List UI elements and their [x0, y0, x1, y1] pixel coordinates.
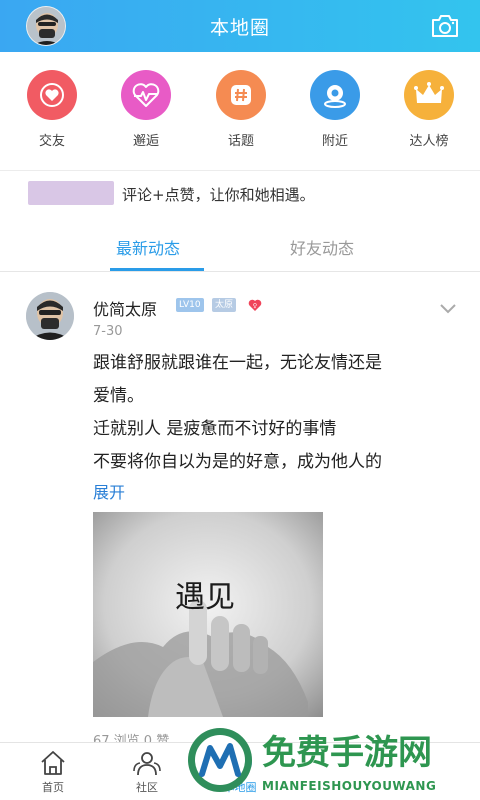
top-header: 本地圈 — [0, 0, 480, 52]
author-avatar[interactable] — [26, 292, 74, 340]
community-icon — [131, 749, 163, 777]
menu-label: 达人榜 — [409, 134, 449, 149]
menu-item-friends[interactable]: 交友 — [12, 70, 92, 149]
tip-text: 评论+点赞，让你和她相遇。 — [122, 186, 315, 204]
local-circle-icon — [224, 749, 256, 777]
svg-text:♀: ♀ — [253, 303, 257, 310]
post-image[interactable]: 遇见 — [93, 512, 323, 717]
menu-label: 交友 — [38, 134, 65, 149]
menu-item-topics[interactable]: 话题 — [201, 70, 281, 149]
post-text-line: 跟谁舒服就跟谁在一起，无论友情还是 — [93, 353, 382, 373]
menu-label: 邂逅 — [132, 134, 159, 149]
bottom-nav: 首页 社区 本地圈 — [0, 742, 480, 800]
post-text-line: 不要将你自以为是的好意，成为他人的 — [93, 452, 382, 472]
app-screen: 本地圈 交友 邂逅 话题 附近 达人榜 评论+点赞，让你和她相遇。 最新动态 好… — [0, 0, 480, 800]
blurred-username — [28, 181, 114, 205]
tip-bar: 评论+点赞，让你和她相遇。 — [0, 171, 480, 217]
quick-menu: 交友 邂逅 话题 附近 达人榜 — [0, 52, 480, 170]
post-card: 优简太原 LV10 太原 ♀ 7-30 跟谁舒服就跟谁在一起，无论友情还是 爱情… — [0, 286, 480, 749]
feed-tabs: 最新动态 好友动态 — [0, 222, 480, 272]
nav-community[interactable]: 社区 — [117, 749, 177, 795]
tab-latest[interactable]: 最新动态 — [116, 235, 180, 259]
image-handwriting: 遇见 — [175, 580, 235, 615]
menu-item-nearby[interactable]: 附近 — [295, 70, 375, 149]
tab-friends[interactable]: 好友动态 — [290, 235, 354, 259]
nav-local-circle[interactable]: 本地圈 — [210, 749, 270, 795]
page-title: 本地圈 — [209, 17, 270, 39]
heart-bubble-icon — [27, 70, 77, 120]
nav-label: 本地圈 — [223, 781, 257, 794]
heartbeat-icon — [121, 70, 171, 120]
nav-home[interactable]: 首页 — [23, 749, 83, 795]
author-name[interactable]: 优简太原 — [93, 296, 157, 320]
chevron-down-icon[interactable] — [440, 300, 456, 314]
expand-link[interactable]: 展开 — [93, 479, 125, 503]
post-text-line: 爱情。 — [93, 386, 144, 406]
menu-label: 附近 — [321, 134, 348, 149]
nav-label: 社区 — [136, 781, 158, 794]
home-icon — [37, 749, 69, 777]
nav-label: 首页 — [42, 781, 64, 794]
level-badge: LV10 — [176, 298, 204, 312]
menu-label: 话题 — [227, 134, 254, 149]
post-date: 7-30 — [93, 324, 123, 339]
heart-badge-icon: ♀ — [248, 297, 262, 311]
post-text-line: 迁就别人 是疲惫而不讨好的事情 — [93, 419, 337, 439]
hashtag-icon — [216, 70, 266, 120]
menu-item-encounter[interactable]: 邂逅 — [106, 70, 186, 149]
city-badge: 太原 — [212, 298, 237, 312]
divider — [0, 271, 480, 272]
location-icon — [310, 70, 360, 120]
crown-icon — [404, 70, 454, 120]
camera-icon[interactable] — [430, 13, 460, 39]
menu-item-leaderboard[interactable]: 达人榜 — [389, 70, 469, 149]
